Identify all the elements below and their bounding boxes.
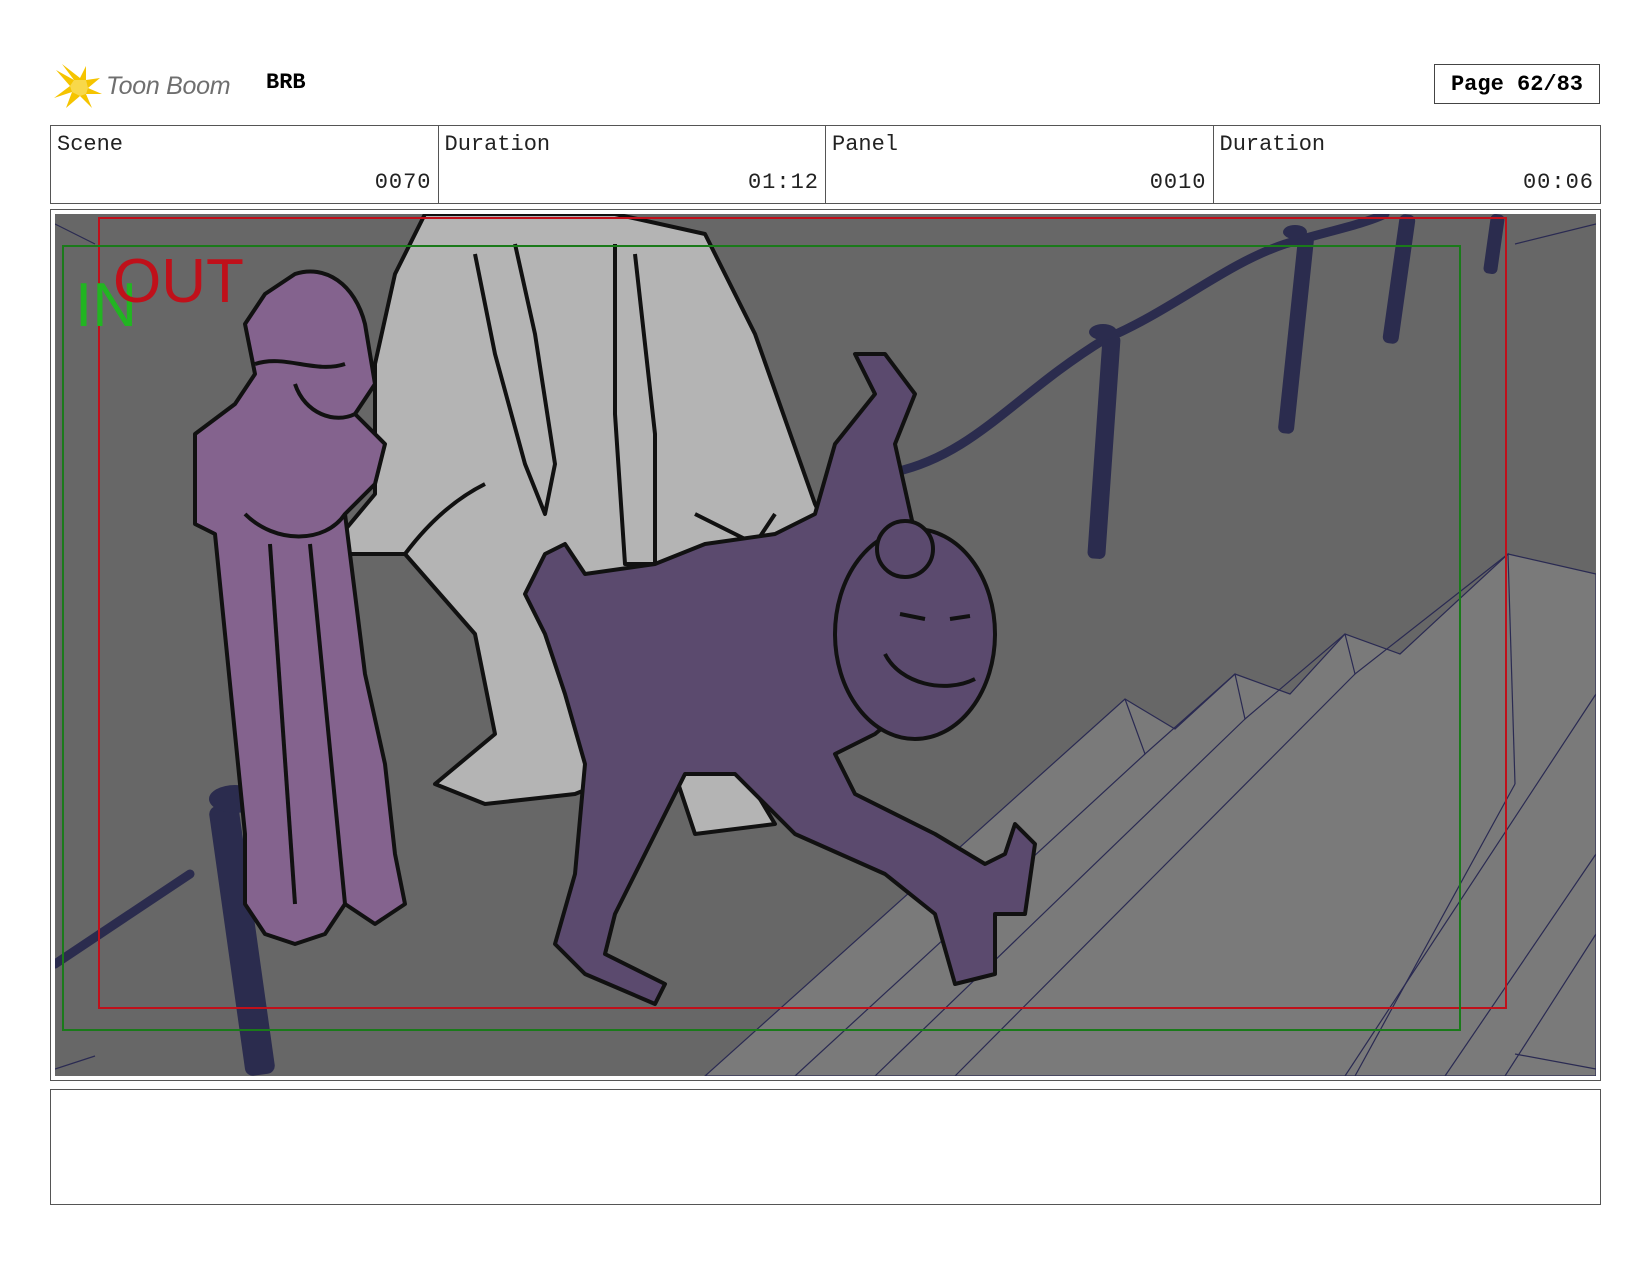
scene-cell: Scene 0070 <box>51 126 439 203</box>
scene-duration-label: Duration <box>444 132 551 157</box>
panel-duration-label: Duration <box>1219 132 1326 157</box>
info-table: Scene 0070 Duration 01:12 Panel 0010 Dur… <box>50 125 1601 204</box>
panel-drawing: IN OUT <box>55 214 1596 1076</box>
logo-text: Toon Boom <box>106 71 231 100</box>
scene-duration-cell: Duration 01:12 <box>439 126 826 203</box>
panel-label: Panel <box>832 132 899 157</box>
scene-value: 0070 <box>374 170 432 195</box>
panel-value: 0010 <box>1149 170 1207 195</box>
scene-duration-value: 01:12 <box>747 170 819 195</box>
panel-cell: Panel 0010 <box>826 126 1214 203</box>
project-name: BRB <box>266 70 306 95</box>
panel-duration-cell: Duration 00:06 <box>1214 126 1601 203</box>
starburst-logo-icon <box>54 64 102 108</box>
toon-boom-logo: Toon Boom <box>52 58 231 114</box>
page-number: Page 62/83 <box>1434 64 1600 104</box>
storyboard-panel: IN OUT <box>50 209 1601 1081</box>
scene-label: Scene <box>57 132 124 157</box>
out-label: OUT <box>113 247 244 316</box>
notes-box <box>50 1089 1601 1205</box>
panel-duration-value: 00:06 <box>1522 170 1594 195</box>
